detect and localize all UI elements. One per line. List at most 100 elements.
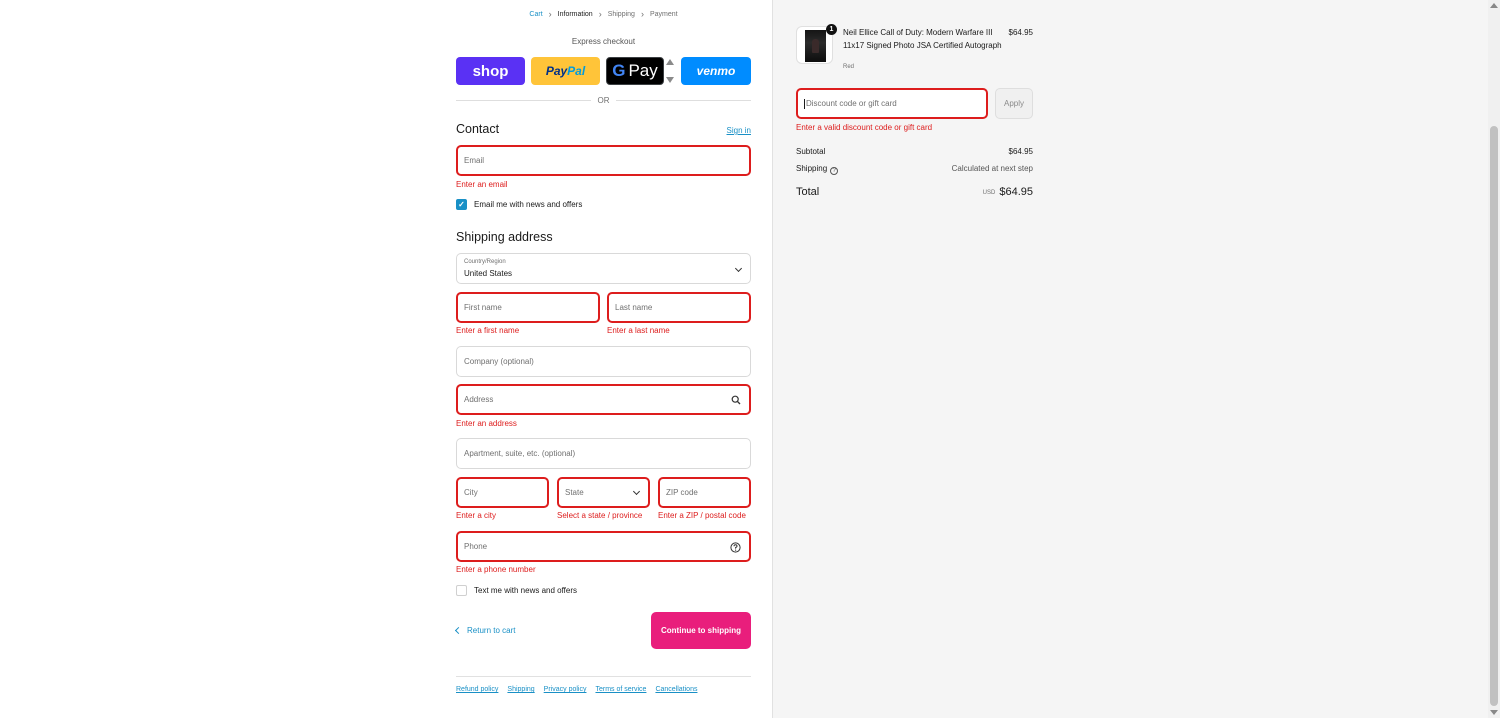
arrow-down-icon[interactable]	[666, 77, 674, 83]
phone-field[interactable]: Phone	[456, 531, 751, 562]
total-label: Total	[796, 186, 820, 198]
checkout-main-panel: Cart › Information › Shipping › Payment …	[0, 0, 773, 718]
discount-placeholder: Discount code or gift card	[806, 99, 897, 108]
google-g-icon: G	[612, 61, 626, 80]
paypal-logo-pay: Pay	[545, 64, 568, 78]
paypal-logo-pal: Pal	[567, 64, 586, 78]
checkout-page: Cart › Information › Shipping › Payment …	[0, 0, 1500, 718]
company-field[interactable]: Company (optional)	[456, 346, 751, 377]
footer-link-terms-of-service[interactable]: Terms of service	[595, 686, 646, 693]
sms-newsletter-option[interactable]: Text me with news and offers	[456, 585, 577, 596]
subtotal-label: Subtotal	[796, 147, 826, 156]
email-newsletter-checkbox[interactable]: ✓	[456, 199, 467, 210]
total-amount: USD $64.95	[983, 186, 1033, 198]
state-select[interactable]: State	[557, 477, 650, 508]
footer-link-privacy-policy[interactable]: Privacy policy	[544, 686, 587, 693]
total-row: Total USD $64.95	[796, 186, 1033, 198]
sms-newsletter-checkbox[interactable]	[456, 585, 467, 596]
last-name-error: Enter a last name	[607, 326, 670, 335]
venmo-button[interactable]: venmo	[681, 57, 751, 85]
total-value: $64.95	[999, 186, 1033, 198]
chevron-right-icon: ›	[640, 9, 644, 19]
page-scrollbar[interactable]	[1488, 0, 1500, 718]
footer-link-refund-policy[interactable]: Refund policy	[456, 686, 498, 693]
express-scroll-control[interactable]	[666, 59, 674, 83]
breadcrumb-payment: Payment	[649, 10, 678, 18]
zip-error: Enter a ZIP / postal code	[658, 511, 746, 520]
shipping-address-title: Shipping address	[456, 230, 553, 244]
continue-to-shipping-button[interactable]: Continue to shipping	[651, 612, 751, 649]
product-variant: Red	[843, 64, 855, 70]
last-name-field[interactable]: Last name	[607, 292, 751, 323]
scrollbar-thumb[interactable]	[1490, 126, 1498, 706]
chevron-left-icon	[454, 626, 463, 635]
order-summary-panel: 1 Neil Ellice Call of Duty: Modern Warfa…	[773, 0, 1488, 718]
discount-error: Enter a valid discount code or gift card	[796, 123, 933, 132]
product-name: Neil Ellice Call of Duty: Modern Warfare…	[843, 28, 1002, 50]
state-error: Select a state / province	[557, 511, 643, 520]
country-value: United States	[464, 269, 513, 278]
express-checkout-buttons: shop Pay Pal G Pay venmo	[456, 57, 751, 85]
scroll-up-icon[interactable]	[1490, 3, 1498, 8]
city-error: Enter a city	[456, 511, 497, 520]
first-name-placeholder: First name	[464, 303, 502, 312]
shipping-label: Shipping	[796, 164, 828, 173]
return-to-cart-link[interactable]: Return to cart	[454, 626, 515, 635]
email-newsletter-option[interactable]: ✓ Email me with news and offers	[456, 199, 582, 210]
last-name-placeholder: Last name	[615, 303, 653, 312]
product-image	[805, 30, 826, 62]
country-select[interactable]: Country/Region United States	[456, 253, 751, 284]
company-placeholder: Company (optional)	[464, 357, 534, 366]
paypal-button[interactable]: Pay Pal	[531, 57, 600, 85]
divider-line	[616, 100, 751, 101]
city-placeholder: City	[464, 488, 478, 497]
or-divider: OR	[456, 95, 751, 105]
city-field[interactable]: City	[456, 477, 549, 508]
scroll-down-icon[interactable]	[1490, 710, 1498, 715]
address-error: Enter an address	[456, 419, 517, 428]
google-pay-button[interactable]: G Pay	[606, 57, 664, 85]
breadcrumb-cart[interactable]: Cart	[529, 11, 542, 18]
footer-link-cancellations[interactable]: Cancellations	[655, 686, 697, 693]
shop-pay-logo: shop	[472, 62, 509, 80]
state-placeholder: State	[565, 488, 584, 497]
help-icon[interactable]	[730, 542, 741, 555]
breadcrumb-information: Information	[557, 10, 593, 18]
subtotal-row: Subtotal $64.95	[796, 147, 1033, 156]
first-name-error: Enter a first name	[456, 326, 520, 335]
footer-link-shipping[interactable]: Shipping	[507, 686, 534, 693]
discount-code-input[interactable]: Discount code or gift card	[796, 88, 988, 119]
breadcrumb: Cart › Information › Shipping › Payment	[456, 9, 751, 19]
chevron-right-icon: ›	[548, 9, 552, 19]
help-icon[interactable]: ?	[830, 167, 839, 175]
apartment-field[interactable]: Apartment, suite, etc. (optional)	[456, 438, 751, 469]
email-field[interactable]: Email	[456, 145, 751, 176]
apply-discount-button[interactable]: Apply	[995, 88, 1033, 119]
email-error: Enter an email	[456, 180, 508, 189]
footer-divider	[456, 676, 751, 677]
text-cursor	[804, 98, 805, 109]
zip-field[interactable]: ZIP code	[658, 477, 751, 508]
subtotal-value: $64.95	[1008, 147, 1033, 156]
venmo-logo: venmo	[696, 64, 736, 78]
shipping-value: Calculated at next step	[951, 164, 1033, 173]
sms-newsletter-label: Text me with news and offers	[474, 586, 578, 595]
product-price: $64.95	[1008, 28, 1033, 37]
sign-in-link[interactable]: Sign in	[727, 126, 751, 135]
address-field[interactable]: Address	[456, 384, 751, 415]
phone-placeholder: Phone	[464, 542, 488, 551]
first-name-field[interactable]: First name	[456, 292, 600, 323]
email-newsletter-label: Email me with news and offers	[474, 200, 583, 209]
chevron-down-icon	[734, 264, 743, 273]
chevron-down-icon	[632, 487, 641, 496]
chevron-right-icon: ›	[598, 9, 602, 19]
shipping-row: Shipping? Calculated at next step	[796, 164, 1033, 175]
search-icon	[731, 395, 741, 407]
zip-placeholder: ZIP code	[666, 488, 698, 497]
country-label: Country/Region	[464, 259, 506, 265]
arrow-up-icon[interactable]	[666, 59, 674, 65]
footer-links: Refund policy Shipping Privacy policy Te…	[456, 686, 697, 693]
total-currency: USD	[982, 190, 996, 196]
continue-label: Continue to shipping	[661, 626, 741, 635]
shop-pay-button[interactable]: shop	[456, 57, 525, 85]
